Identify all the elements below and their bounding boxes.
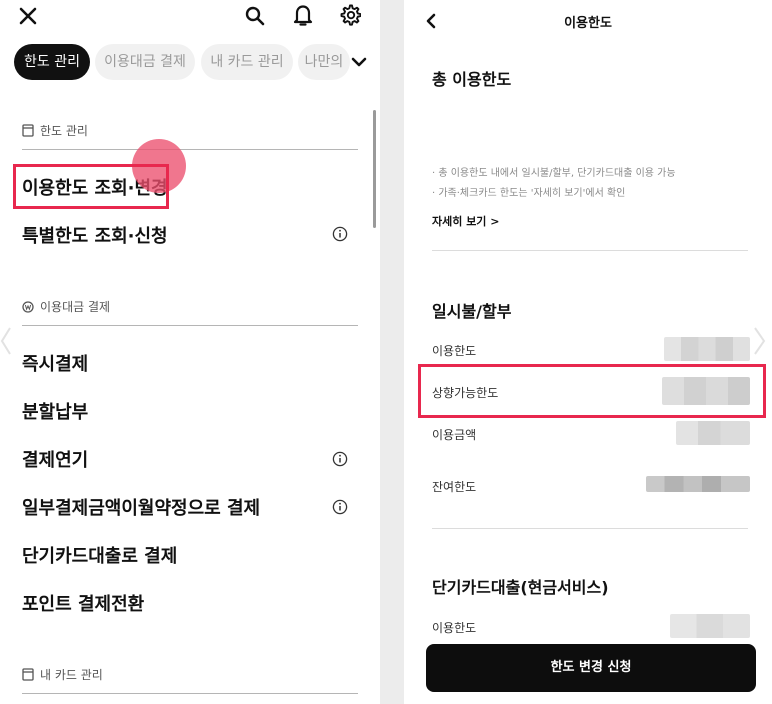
menu-item-special-limit[interactable]: 특별한도 조회·신청 (22, 222, 168, 248)
row-label-remaining-limit: 잔여한도 (432, 480, 477, 494)
chevron-left-icon (0, 327, 11, 355)
menu-item-point-payment[interactable]: 포인트 결제전환 (22, 590, 144, 616)
menu-item-cash-loan-payment[interactable]: 단기카드대출로 결제 (22, 542, 177, 568)
view-details-link[interactable]: 자세히 보기 > (432, 213, 499, 229)
page-title: 이용한도 (564, 16, 612, 31)
section-title: 내 카드 관리 (40, 668, 103, 682)
bell-icon[interactable] (292, 3, 314, 27)
menu-item-payment-delay[interactable]: 결제연기 (22, 446, 88, 472)
menu-panel: 한도 관리 이용대금 결제 내 카드 관리 나만의 한도 관리 이용한도 조회·… (0, 0, 380, 704)
section-header-my-card: 내 카드 관리 (22, 666, 103, 683)
top-bar (0, 0, 380, 32)
card-icon (22, 668, 34, 681)
section-header-payment: 이용대금 결제 (22, 298, 110, 315)
note-text: · 총 이용한도 내에서 일시불/할부, 단기카드대출 이용 가능 (432, 168, 676, 179)
menu-item-revolving-payment[interactable]: 일부결제금액이월약정으로 결제 (22, 494, 260, 520)
row-label-usage-amount: 이용금액 (432, 428, 477, 442)
blurred-value (646, 476, 750, 492)
won-icon (22, 300, 34, 313)
category-tabs: 한도 관리 이용대금 결제 내 카드 관리 나만의 (0, 44, 380, 82)
highlight-box (13, 164, 169, 209)
cash-service-heading: 단기카드대출(현금서비스) (432, 578, 609, 597)
scrollbar[interactable] (373, 110, 376, 228)
info-icon[interactable] (332, 499, 348, 515)
search-icon[interactable] (244, 5, 266, 27)
tab-my-own[interactable]: 나만의 (298, 44, 350, 80)
menu-item-instant-payment[interactable]: 즉시결제 (22, 350, 88, 376)
limit-change-request-button[interactable]: 한도 변경 신청 (426, 644, 756, 692)
highlight-box (418, 364, 766, 418)
divider (22, 693, 358, 694)
section-title: 한도 관리 (40, 124, 88, 138)
settings-gear-icon[interactable] (339, 4, 361, 26)
info-icon[interactable] (332, 451, 348, 467)
row-label-limit: 이용한도 (432, 344, 477, 358)
chevron-right-icon (754, 327, 766, 355)
chevron-down-icon[interactable] (349, 52, 369, 72)
installment-heading: 일시불/할부 (432, 302, 512, 321)
divider (22, 149, 358, 150)
section-header-limit: 한도 관리 (22, 122, 88, 139)
section-title: 이용대금 결제 (40, 300, 111, 314)
tab-limit-management[interactable]: 한도 관리 (14, 44, 90, 80)
blurred-value (664, 337, 750, 361)
limit-detail-panel: 이용한도 총 이용한도 · 총 이용한도 내에서 일시불/할부, 단기카드대출 … (404, 0, 772, 704)
divider (432, 250, 748, 251)
menu-item-installment[interactable]: 분할납부 (22, 398, 88, 424)
blurred-value (670, 614, 750, 638)
divider (432, 528, 748, 529)
divider (22, 325, 358, 326)
blurred-value (676, 421, 750, 445)
tab-my-card[interactable]: 내 카드 관리 (201, 44, 293, 80)
total-limit-heading: 총 이용한도 (432, 70, 512, 89)
row-label-limit: 이용한도 (432, 621, 477, 635)
note-text: · 가족·체크카드 한도는 '자세히 보기'에서 확인 (432, 188, 626, 199)
info-icon[interactable] (332, 226, 348, 242)
close-icon[interactable] (18, 6, 38, 26)
tab-payment[interactable]: 이용대금 결제 (95, 44, 195, 80)
document-icon (22, 124, 34, 137)
